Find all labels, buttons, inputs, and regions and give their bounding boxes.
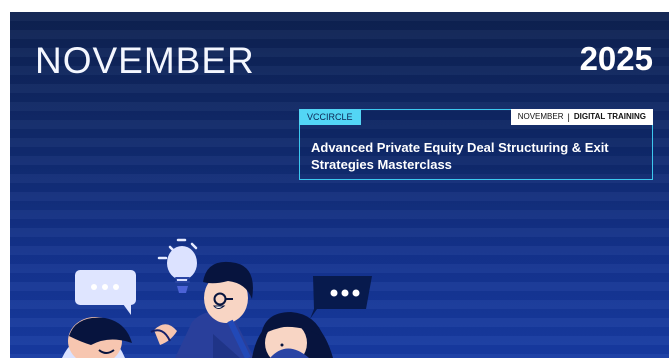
person-left (62, 317, 132, 358)
speech-bubble-icon (310, 276, 372, 319)
page: NOVEMBER 2025 VCCIRCLE NOVEMBER | DIGITA… (0, 0, 669, 358)
person-center (150, 261, 254, 358)
event-banner: NOVEMBER 2025 VCCIRCLE NOVEMBER | DIGITA… (10, 12, 669, 358)
person-right (252, 312, 333, 358)
team-discussion-illustration (62, 238, 372, 358)
lightbulb-icon (157, 238, 198, 293)
speech-bubble-icon (75, 270, 136, 315)
